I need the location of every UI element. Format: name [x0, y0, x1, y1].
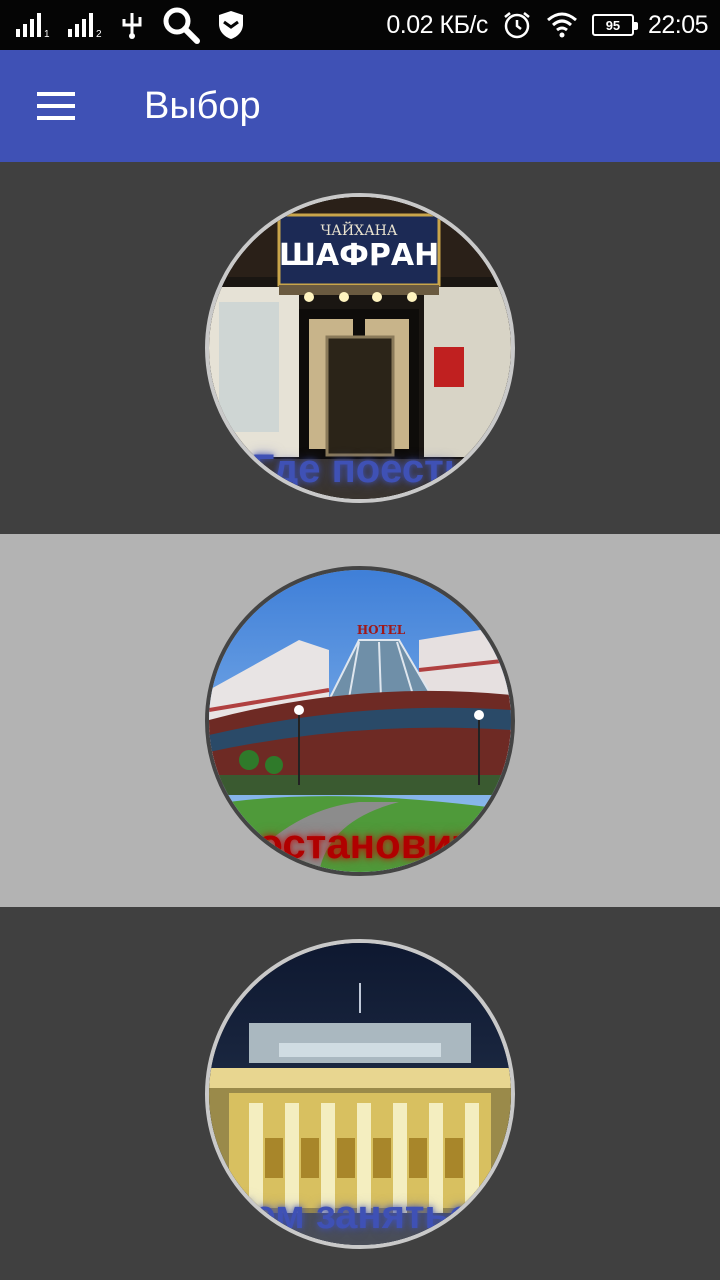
battery-icon: 95: [591, 14, 638, 36]
shield-icon: [219, 11, 243, 39]
what-to-do-button[interactable]: Чем заняться: [205, 938, 515, 1249]
page-title: Выбор: [144, 84, 261, 127]
sign-main-text: ШАФРАН: [279, 238, 439, 273]
where-to-stay-label: Где остановиться: [209, 819, 511, 867]
where-to-eat-label: Где поесть: [251, 447, 469, 491]
search-icon: [163, 7, 200, 44]
signal-2-icon: 2: [68, 13, 102, 37]
where-to-stay-button[interactable]: HOTEL Где остановиться: [205, 565, 515, 876]
section-what-to-do: Чем заняться: [0, 907, 720, 1280]
hotel-sign-text: HOTEL: [357, 623, 406, 637]
battery-level: 95: [605, 17, 621, 33]
sign-top-text: ЧАЙХАНА: [320, 220, 397, 239]
clock: 22:05: [647, 10, 709, 39]
menu-button[interactable]: [0, 50, 112, 162]
section-where-to-eat: ЧАЙХАНА ШАФРАН Где поесть: [0, 162, 720, 534]
network-speed: 0.02 КБ/с: [386, 10, 488, 39]
alarm-icon: [504, 12, 530, 39]
status-bar: 1 2 0.02 КБ/с 95 22:05: [0, 0, 720, 50]
svg-text:2: 2: [96, 29, 102, 37]
signal-1-icon: 1: [16, 13, 50, 37]
hamburger-menu-icon: [37, 92, 75, 120]
wifi-icon: [546, 12, 577, 38]
app-bar: Выбор: [0, 50, 720, 162]
what-to-do-label: Чем заняться: [225, 1192, 495, 1237]
usb-icon: [122, 13, 142, 39]
where-to-eat-button[interactable]: ЧАЙХАНА ШАФРАН Где поесть: [205, 193, 515, 503]
svg-text:1: 1: [44, 29, 50, 37]
section-where-to-stay: HOTEL Где остановиться: [0, 534, 720, 907]
